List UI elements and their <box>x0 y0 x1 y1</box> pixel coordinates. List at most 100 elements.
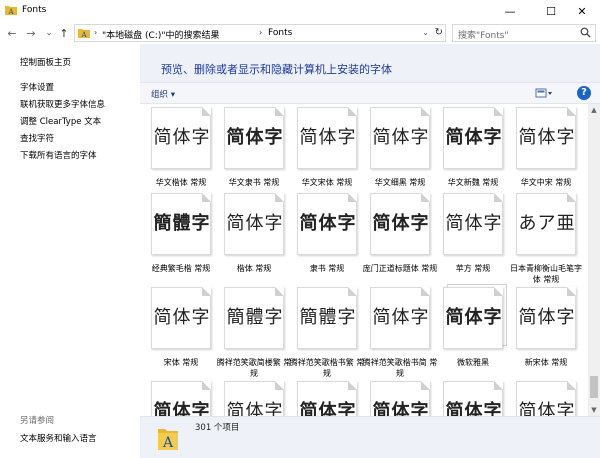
page-fold <box>567 381 576 390</box>
font-sample-text: 簡體字 <box>226 307 284 328</box>
font-preview-icon: 简体字 <box>443 107 503 169</box>
page-fold <box>275 381 284 390</box>
text-services-link[interactable]: 文本服务和输入语言 <box>20 432 97 444</box>
font-sample-text: 简体字 <box>518 401 576 416</box>
page-fold <box>494 287 503 296</box>
font-sample-text: 简体字 <box>445 213 503 234</box>
search-input[interactable]: 搜索"Fonts" <box>452 24 596 42</box>
page-fold <box>348 287 357 296</box>
minimize-button[interactable]: — <box>492 0 528 22</box>
font-name-label: 苹方 常规 <box>455 264 491 273</box>
font-sample-text: 简体字 <box>372 127 430 148</box>
fonts-folder-icon: A <box>158 429 178 451</box>
fonts-folder-icon: A <box>5 6 17 16</box>
font-name-label: 日本青柳衡山毛笔字体 常规 <box>510 264 582 284</box>
page-fold <box>348 193 357 202</box>
font-name-label: 腾祥范笑歌简楼繁 常规 <box>216 358 292 378</box>
help-button[interactable]: ? <box>577 86 591 100</box>
page-fold <box>275 193 284 202</box>
font-name-label: 腾祥范笑歌楷书简 常规 <box>362 358 438 378</box>
font-preview-icon: 简体字 <box>370 287 430 349</box>
font-sample-text: 简体字 <box>153 307 211 328</box>
font-name-label: 华文楷体 常规 <box>155 178 207 187</box>
page-fold <box>421 193 430 202</box>
main-content: 预览、删除或者显示和隐藏计算机上安装的字体 组织 ▾ ? 简体字 华文楷体 常规简… <box>140 44 600 458</box>
font-name-label: 华文细黑 常规 <box>374 178 426 187</box>
adjust-cleartype-link[interactable]: 调整 ClearType 文本 <box>20 115 101 127</box>
get-more-font-info-link[interactable]: 联机获取更多字体信息 <box>20 98 105 110</box>
page-fold <box>494 107 503 116</box>
page-heading: 预览、删除或者显示和隐藏计算机上安装的字体 <box>161 63 392 76</box>
font-sample-text: 簡體字 <box>153 213 211 234</box>
window-title: Fonts <box>22 5 47 15</box>
svg-text:A: A <box>7 8 14 16</box>
page-fold <box>421 381 430 390</box>
up-arrow-icon[interactable]: ↑ <box>57 25 71 41</box>
command-bar: 组织 ▾ ? <box>140 82 600 104</box>
page-fold <box>567 287 576 296</box>
back-arrow-icon[interactable]: ← <box>5 25 19 41</box>
page-fold <box>348 107 357 116</box>
font-preview-icon: 简体字 <box>370 107 430 169</box>
font-sample-text: 简体字 <box>226 401 284 416</box>
font-name-label: 华文中宋 常规 <box>520 178 572 187</box>
font-sample-text: 简体字 <box>372 307 430 328</box>
refresh-icon[interactable]: ↻ <box>435 27 443 38</box>
font-sample-text: 简体字 <box>445 127 503 148</box>
font-preview-icon: 简体字 <box>370 193 430 255</box>
svg-text:A: A <box>162 435 174 451</box>
page-fold <box>275 287 284 296</box>
font-preview-icon: 简体字 <box>297 193 357 255</box>
font-preview-icon: 簡體字 <box>297 287 357 349</box>
font-name-label: 经典繁毛楷 常规 <box>151 264 211 273</box>
font-preview-icon: 简体字 <box>297 381 357 416</box>
address-bar[interactable]: A › "本地磁盘 (C:)"中的搜索结果 › Fonts ⌄ ↻ <box>74 24 446 42</box>
font-preview-icon: 简体字 <box>224 381 284 416</box>
scroll-down-icon[interactable]: ▼ <box>588 404 600 416</box>
page-fold <box>421 287 430 296</box>
font-preview-icon: 简体字 <box>151 107 211 169</box>
font-sample-text: 简体字 <box>299 401 357 416</box>
view-options-icon[interactable] <box>535 87 553 100</box>
font-sample-text: 简体字 <box>372 213 430 234</box>
font-name-label: 腾祥范笑歌楷书繁 常规 <box>289 358 365 378</box>
breadcrumb-search-results[interactable]: "本地磁盘 (C:)"中的搜索结果 <box>102 28 219 41</box>
font-sample-text: 简体字 <box>226 213 284 234</box>
font-settings-link[interactable]: 字体设置 <box>20 81 54 93</box>
page-fold <box>494 193 503 202</box>
font-preview-icon: 简体字 <box>516 107 576 169</box>
font-preview-icon: 简体字 <box>151 381 211 416</box>
search-icon[interactable] <box>580 27 591 38</box>
font-name-label: 隶书 常规 <box>309 264 345 273</box>
address-dropdown-icon[interactable]: ⌄ <box>422 28 429 37</box>
font-preview-icon: 简体字 <box>151 287 211 349</box>
page-fold <box>567 193 576 202</box>
forward-arrow-icon[interactable]: → <box>24 25 38 41</box>
font-sample-text: 简体字 <box>445 401 503 416</box>
close-button[interactable]: ✕ <box>564 0 600 22</box>
font-sample-text: 簡體字 <box>299 307 357 328</box>
recent-locations-chevron-icon[interactable]: ⌄ <box>42 25 56 41</box>
font-preview-icon: 簡體字 <box>151 193 211 255</box>
find-character-link[interactable]: 查找字符 <box>20 132 54 144</box>
font-preview-icon: 简体字 <box>224 107 284 169</box>
font-sample-text: 简体字 <box>226 127 284 148</box>
font-name-label: 华文新魏 常规 <box>447 178 499 187</box>
font-sample-text: 简体字 <box>518 127 576 148</box>
vertical-scrollbar[interactable]: ▲ ▼ <box>588 104 600 416</box>
download-all-fonts-link[interactable]: 下载所有语言的字体 <box>20 149 97 161</box>
font-name-label: 微软雅黑 <box>457 358 489 367</box>
breadcrumb-fonts[interactable]: Fonts <box>268 28 292 38</box>
font-preview-icon: 简体字 <box>443 381 503 416</box>
svg-text:A: A <box>80 31 87 39</box>
page-fold <box>421 107 430 116</box>
scrollbar-thumb[interactable] <box>590 376 598 398</box>
font-name-label: 新宋体 常规 <box>524 358 568 367</box>
font-name-label: 楷体 常规 <box>236 264 272 273</box>
scroll-up-icon[interactable]: ▲ <box>588 104 600 116</box>
control-panel-home-link[interactable]: 控制面板主页 <box>20 56 71 68</box>
font-preview-icon: 简体字 <box>297 107 357 169</box>
font-sample-text: 简体字 <box>299 127 357 148</box>
organize-button[interactable]: 组织 ▾ <box>151 88 175 100</box>
font-sample-text: 简体字 <box>445 307 503 328</box>
